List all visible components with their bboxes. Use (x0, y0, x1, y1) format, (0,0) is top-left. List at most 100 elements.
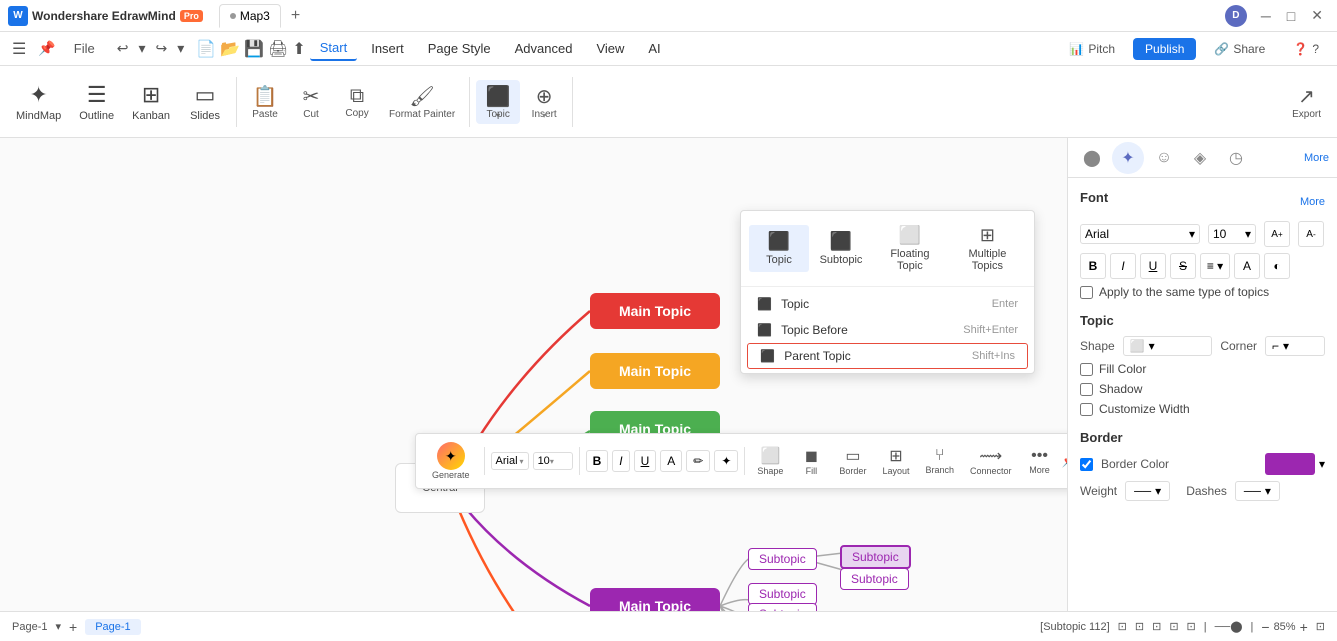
menu-entry-parent-topic[interactable]: ⬛ Parent Topic Shift+Ins (747, 343, 1028, 369)
menu-item-start[interactable]: Start (310, 36, 357, 61)
ft-pin-button[interactable]: 📌 (1062, 454, 1067, 468)
pitch-button[interactable]: 📊 Pitch (1059, 38, 1125, 60)
dropdown-floating-topic[interactable]: ⬜ Floating Topic (873, 219, 947, 278)
hamburger-icon[interactable]: ☰ (8, 39, 30, 59)
add-tab-button[interactable]: + (283, 3, 308, 29)
undo-button[interactable]: ↩ (113, 38, 133, 59)
ft-bold[interactable]: B (586, 450, 609, 472)
text-highlight-button[interactable]: ◐ (1264, 253, 1290, 279)
save-button[interactable]: 💾 (244, 39, 264, 59)
add-page-button[interactable]: + (69, 619, 77, 635)
toolbar-copy[interactable]: ⧉ Copy (335, 81, 379, 123)
menu-item-pagestyle[interactable]: Page Style (418, 37, 501, 60)
border-color-checkbox[interactable] (1080, 458, 1093, 471)
menu-item-advanced[interactable]: Advanced (505, 37, 583, 60)
toolbar-topic[interactable]: ⬛ Topic ▾ (476, 80, 520, 124)
ft-branch[interactable]: ⑂ Branch (919, 443, 960, 479)
toolbar-paste[interactable]: 📋 Paste (243, 80, 287, 124)
ft-fill[interactable]: ◼ Fill (793, 442, 829, 480)
panel-tab-style[interactable]: ⬤ (1076, 142, 1108, 174)
panel-tab-theme[interactable]: ◈ (1184, 142, 1216, 174)
ft-layout[interactable]: ⊞ Layout (876, 442, 915, 480)
share-button[interactable]: 🔗 Share (1204, 38, 1275, 60)
main-topic-1[interactable]: Main Topic (590, 293, 720, 329)
ft-size-select[interactable]: 10 ▾ (533, 452, 573, 470)
panel-tab-clock[interactable]: ◷ (1220, 142, 1252, 174)
font-select[interactable]: Arial ▾ (1080, 224, 1200, 244)
toolbar-mindmap[interactable]: ✦ MindMap (8, 78, 69, 126)
undo-dropdown[interactable]: ▾ (134, 38, 149, 59)
close-button[interactable]: ✕ (1305, 5, 1329, 26)
ft-italic[interactable]: I (612, 450, 629, 472)
subtopic-1[interactable]: Subtopic (748, 548, 817, 570)
zoom-out-button[interactable]: − (1261, 619, 1269, 635)
bold-button[interactable]: B (1080, 253, 1106, 279)
ft-font-select[interactable]: Arial ▾ (491, 452, 529, 470)
ft-font-color[interactable]: A (660, 450, 682, 472)
ft-connector[interactable]: ⟿ Connector (964, 442, 1018, 480)
strikethrough-button[interactable]: S (1170, 253, 1196, 279)
main-topic-2[interactable]: Main Topic (590, 353, 720, 389)
toolbar-export[interactable]: ↗ Export (1284, 80, 1329, 124)
menu-item-insert[interactable]: Insert (361, 37, 414, 60)
fit-page-icon[interactable]: ⊡ (1316, 620, 1325, 633)
font-size-down[interactable]: A- (1298, 221, 1324, 247)
panel-more-button[interactable]: More (1304, 152, 1329, 164)
file-menu[interactable]: File (64, 37, 105, 60)
print-button[interactable]: 🖨 (268, 39, 288, 59)
dashes-select[interactable]: ── ▾ (1235, 481, 1280, 501)
toolbar-slides[interactable]: ▭ Slides (180, 78, 230, 126)
export-quick-button[interactable]: ⬆ (292, 39, 305, 59)
toolbar-insert[interactable]: ⊕ Insert ▾ (522, 80, 566, 124)
menu-entry-topic-before[interactable]: ⬛ Topic Before Shift+Enter (741, 317, 1034, 343)
font-more-button[interactable]: More (1300, 196, 1325, 208)
open-button[interactable]: 📂 (220, 39, 240, 59)
underline-button[interactable]: U (1140, 253, 1166, 279)
dropdown-topic[interactable]: ⬛ Topic (749, 225, 809, 272)
menu-entry-topic[interactable]: ⬛ Topic Enter (741, 291, 1034, 317)
subtopic-7[interactable]: Subtopic (840, 568, 909, 590)
redo-dropdown[interactable]: ▾ (173, 38, 188, 59)
canvas[interactable]: Main Topic Main Topic Main Topic Main To… (0, 138, 1067, 611)
generate-button[interactable]: ✦ Generate (424, 438, 478, 484)
ft-more[interactable]: ••• More (1022, 443, 1058, 479)
subtopic-2[interactable]: Subtopic (748, 583, 817, 605)
publish-button[interactable]: Publish (1133, 38, 1196, 60)
toolbar-outline[interactable]: ☰ Outline (71, 78, 122, 126)
main-topic-4[interactable]: Main Topic (590, 588, 720, 611)
subtopic-3[interactable]: Subtopic (748, 603, 817, 611)
redo-button[interactable]: ↪ (152, 38, 172, 59)
panel-tab-emoji[interactable]: ☺ (1148, 142, 1180, 174)
size-select[interactable]: 10 ▾ (1208, 224, 1256, 244)
menu-item-view[interactable]: View (586, 37, 634, 60)
toolbar-kanban[interactable]: ⊞ Kanban (124, 78, 178, 126)
customize-width-checkbox[interactable] (1080, 403, 1093, 416)
dropdown-subtopic[interactable]: ⬛ Subtopic (811, 225, 871, 272)
help-button[interactable]: ❓ ? (1283, 38, 1329, 60)
shape-select[interactable]: ⬜ ▾ (1123, 336, 1213, 356)
ft-border[interactable]: ▭ Border (833, 442, 872, 480)
panel-tab-ai[interactable]: ✦ (1112, 142, 1144, 174)
font-color-button[interactable]: A (1234, 253, 1260, 279)
dropdown-multiple-topics[interactable]: ⊞ Multiple Topics (949, 219, 1026, 278)
menu-item-ai[interactable]: AI (638, 37, 670, 60)
weight-select[interactable]: ── ▾ (1125, 481, 1170, 501)
corner-select[interactable]: ⌐ ▾ (1265, 336, 1325, 356)
font-size-up[interactable]: A+ (1264, 221, 1290, 247)
apply-checkbox[interactable] (1080, 286, 1093, 299)
ft-more-format[interactable]: ✦ (714, 450, 738, 472)
zoom-in-button[interactable]: + (1300, 619, 1308, 635)
subtopic-selected[interactable]: Subtopic (840, 545, 911, 569)
align-button[interactable]: ≡ ▾ (1200, 253, 1230, 279)
map-tab[interactable]: Map3 (219, 4, 281, 28)
ft-underline[interactable]: U (634, 450, 657, 472)
fill-color-checkbox[interactable] (1080, 363, 1093, 376)
italic-button[interactable]: I (1110, 253, 1136, 279)
ft-highlight[interactable]: ✏ (686, 450, 710, 472)
minimize-button[interactable]: ─ (1255, 6, 1277, 26)
active-page-tab[interactable]: Page-1 (85, 619, 140, 635)
toolbar-format-painter[interactable]: 🖌 Format Painter (381, 80, 463, 124)
shadow-checkbox[interactable] (1080, 383, 1093, 396)
ft-shape[interactable]: ⬜ Shape (751, 442, 789, 480)
toolbar-cut[interactable]: ✂ Cut (289, 80, 333, 124)
